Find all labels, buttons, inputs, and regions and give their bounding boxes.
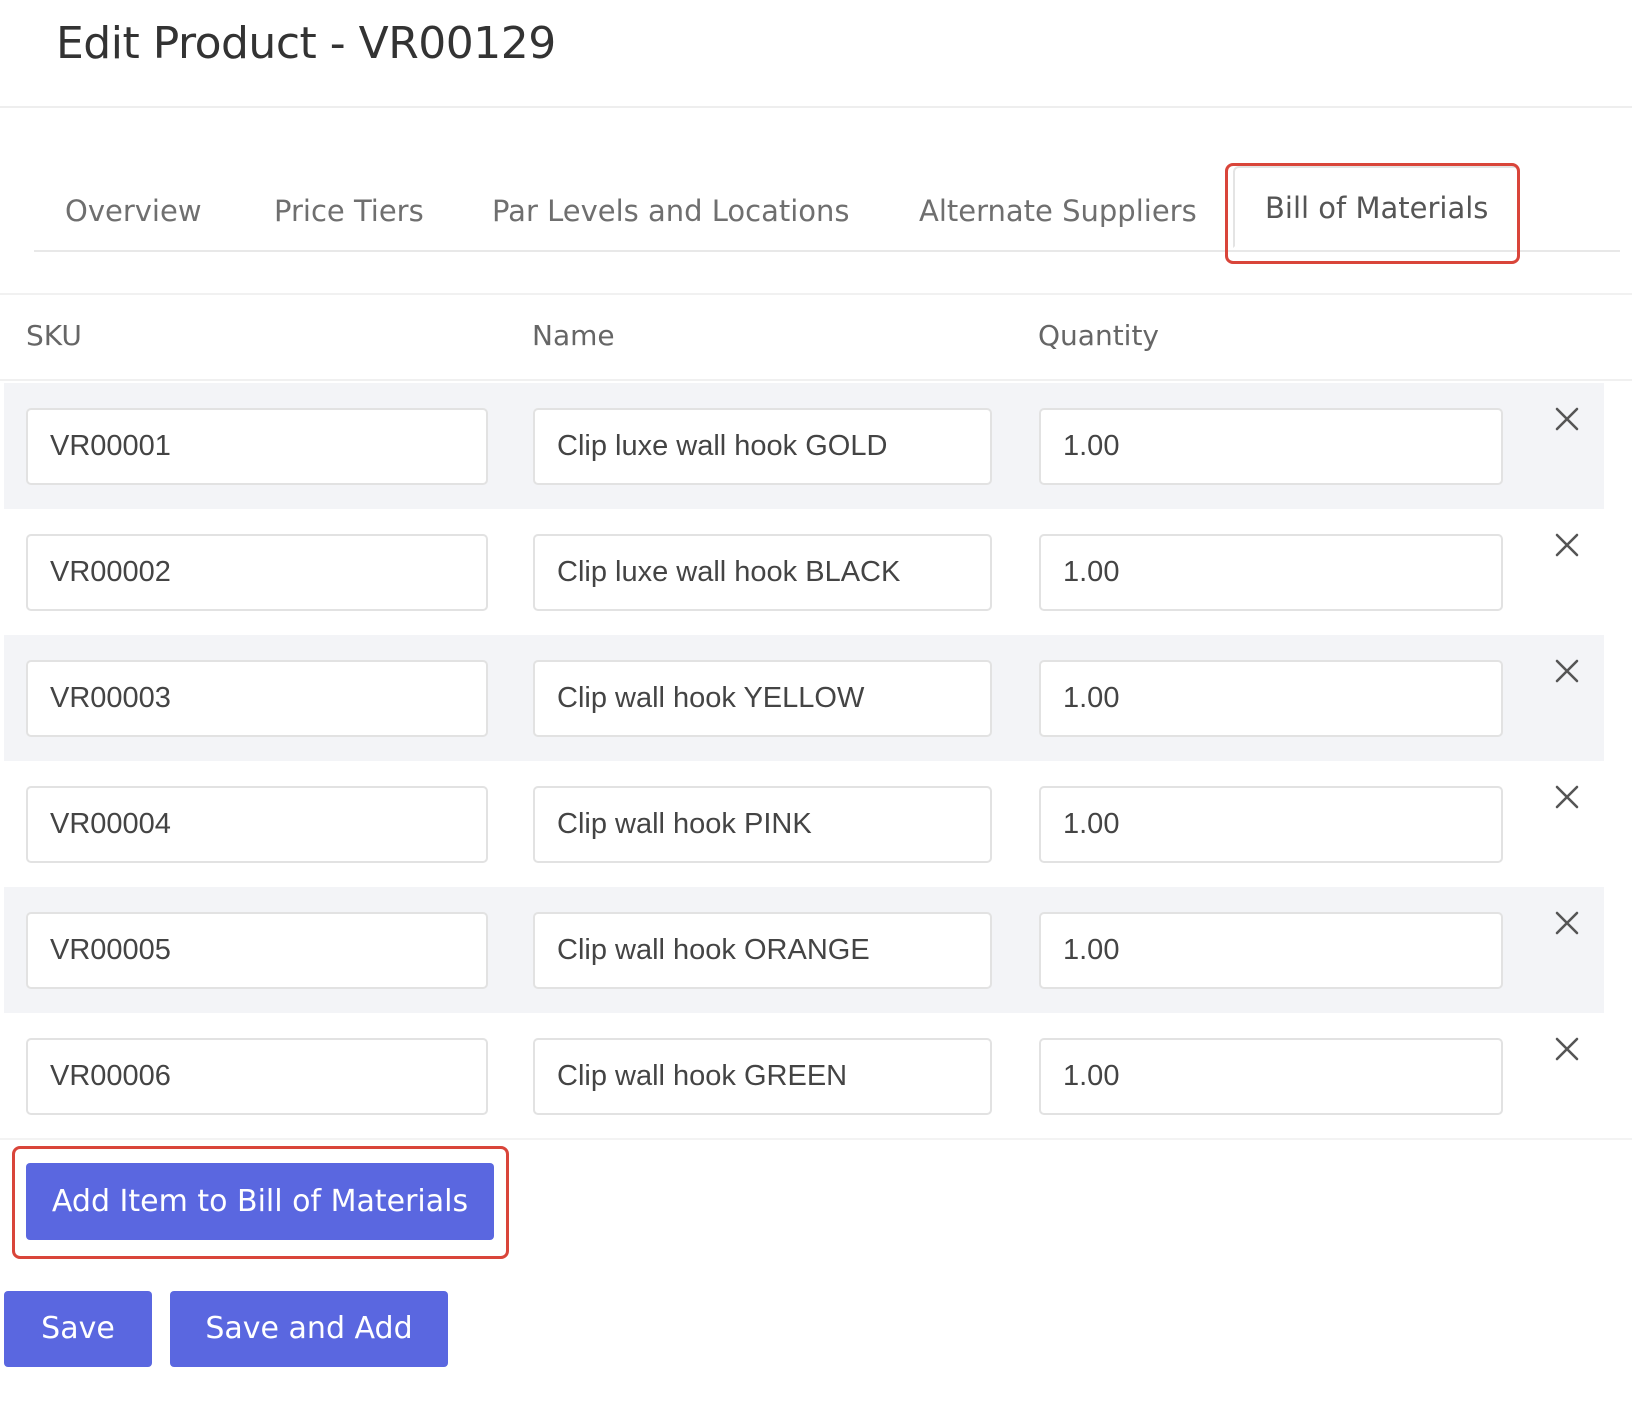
column-header-name: Name [532, 319, 615, 352]
close-icon [1555, 911, 1579, 935]
page-title: Edit Product - VR00129 [56, 18, 556, 69]
table-row: VR00004 Clip wall hook PINK 1.00 [4, 761, 1604, 887]
remove-row-button[interactable] [1549, 527, 1585, 563]
close-icon [1555, 533, 1579, 557]
sku-input[interactable]: VR00006 [26, 1038, 488, 1115]
column-header-quantity: Quantity [1038, 319, 1159, 352]
close-icon [1555, 1037, 1579, 1061]
sku-input[interactable]: VR00001 [26, 408, 488, 485]
tab-bill-of-materials[interactable]: Bill of Materials [1233, 166, 1521, 248]
table-row: VR00001 Clip luxe wall hook GOLD 1.00 [4, 383, 1604, 509]
sku-input[interactable]: VR00003 [26, 660, 488, 737]
name-input[interactable]: Clip wall hook PINK [533, 786, 992, 863]
quantity-input[interactable]: 1.00 [1039, 660, 1503, 737]
column-header-sku: SKU [26, 319, 82, 352]
table-row: VR00003 Clip wall hook YELLOW 1.00 [4, 635, 1604, 761]
remove-row-button[interactable] [1549, 1031, 1585, 1067]
tab-overview[interactable]: Overview [65, 172, 202, 250]
sku-input[interactable]: VR00002 [26, 534, 488, 611]
close-icon [1555, 407, 1579, 431]
tab-bar: Overview Price Tiers Par Levels and Loca… [34, 166, 1620, 252]
remove-row-button[interactable] [1549, 401, 1585, 437]
quantity-input[interactable]: 1.00 [1039, 534, 1503, 611]
remove-row-button[interactable] [1549, 779, 1585, 815]
remove-row-button[interactable] [1549, 653, 1585, 689]
name-input[interactable]: Clip luxe wall hook GOLD [533, 408, 992, 485]
sku-input[interactable]: VR00004 [26, 786, 488, 863]
remove-row-button[interactable] [1549, 905, 1585, 941]
add-item-button[interactable]: Add Item to Bill of Materials [26, 1163, 494, 1240]
name-input[interactable]: Clip luxe wall hook BLACK [533, 534, 992, 611]
name-input[interactable]: Clip wall hook ORANGE [533, 912, 992, 989]
table-header-divider [0, 379, 1632, 381]
page-header: Edit Product - VR00129 [0, 0, 1632, 108]
tab-price-tiers[interactable]: Price Tiers [274, 172, 424, 250]
save-button[interactable]: Save [4, 1291, 152, 1367]
name-input[interactable]: Clip wall hook GREEN [533, 1038, 992, 1115]
table-bottom-divider [0, 1138, 1632, 1140]
close-icon [1555, 785, 1579, 809]
quantity-input[interactable]: 1.00 [1039, 1038, 1503, 1115]
sku-input[interactable]: VR00005 [26, 912, 488, 989]
table-top-divider [0, 293, 1632, 295]
table-row: VR00006 Clip wall hook GREEN 1.00 [4, 1013, 1604, 1139]
quantity-input[interactable]: 1.00 [1039, 912, 1503, 989]
close-icon [1555, 659, 1579, 683]
save-and-add-button[interactable]: Save and Add [170, 1291, 448, 1367]
name-input[interactable]: Clip wall hook YELLOW [533, 660, 992, 737]
table-row: VR00002 Clip luxe wall hook BLACK 1.00 [4, 509, 1604, 635]
tab-alternate-suppliers[interactable]: Alternate Suppliers [919, 172, 1197, 250]
quantity-input[interactable]: 1.00 [1039, 786, 1503, 863]
tab-par-levels-and-locations[interactable]: Par Levels and Locations [492, 172, 850, 250]
quantity-input[interactable]: 1.00 [1039, 408, 1503, 485]
table-row: VR00005 Clip wall hook ORANGE 1.00 [4, 887, 1604, 1013]
